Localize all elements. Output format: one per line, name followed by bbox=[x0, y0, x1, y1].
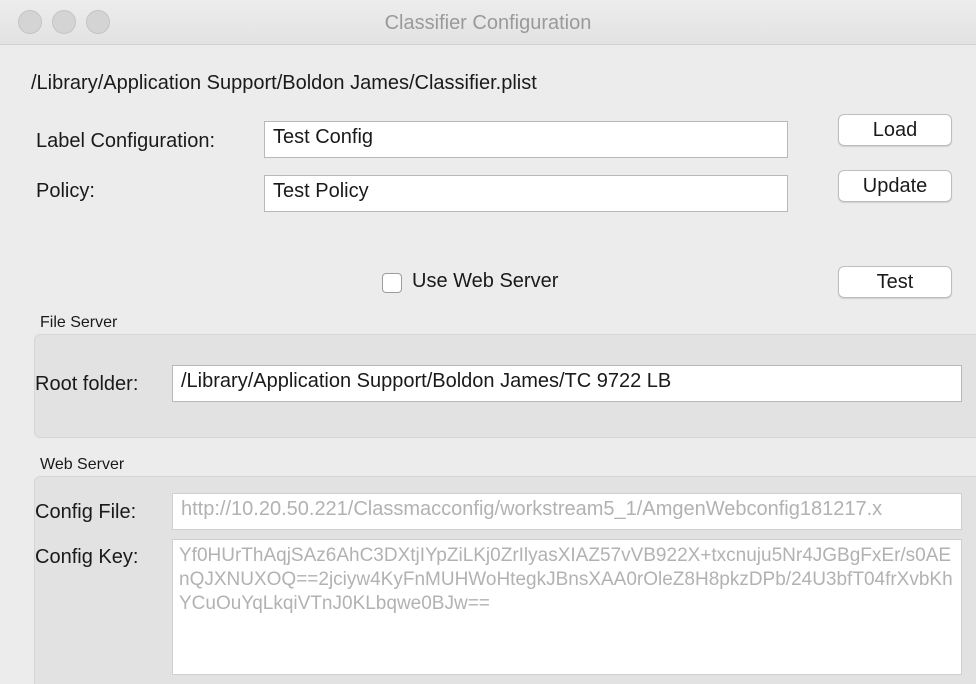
config-path-label: /Library/Application Support/Boldon Jame… bbox=[31, 72, 537, 94]
test-button[interactable]: Test bbox=[838, 266, 952, 298]
label-configuration-input[interactable]: Test Config bbox=[264, 121, 788, 158]
update-button[interactable]: Update bbox=[838, 170, 952, 202]
title-bar: Classifier Configuration bbox=[0, 0, 976, 45]
policy-input[interactable]: Test Policy bbox=[264, 175, 788, 212]
config-file-input[interactable]: http://10.20.50.221/Classmacconfig/works… bbox=[172, 493, 962, 530]
use-web-server-checkbox[interactable] bbox=[382, 273, 402, 293]
policy-label: Policy: bbox=[36, 180, 95, 202]
root-folder-input[interactable]: /Library/Application Support/Boldon Jame… bbox=[172, 365, 962, 402]
use-web-server-label: Use Web Server bbox=[412, 270, 559, 292]
config-key-textarea[interactable]: Yf0HUrThAqjSAz6AhC3DXtjIYpZiLKj0ZrIlyasX… bbox=[172, 539, 962, 675]
config-key-label: Config Key: bbox=[35, 546, 139, 568]
load-button[interactable]: Load bbox=[838, 114, 952, 146]
window-title: Classifier Configuration bbox=[384, 12, 592, 34]
root-folder-label: Root folder: bbox=[35, 373, 139, 395]
file-server-caption: File Server bbox=[40, 314, 118, 331]
config-file-label: Config File: bbox=[35, 501, 137, 523]
web-server-caption: Web Server bbox=[40, 456, 125, 473]
label-configuration-label: Label Configuration: bbox=[36, 130, 216, 152]
